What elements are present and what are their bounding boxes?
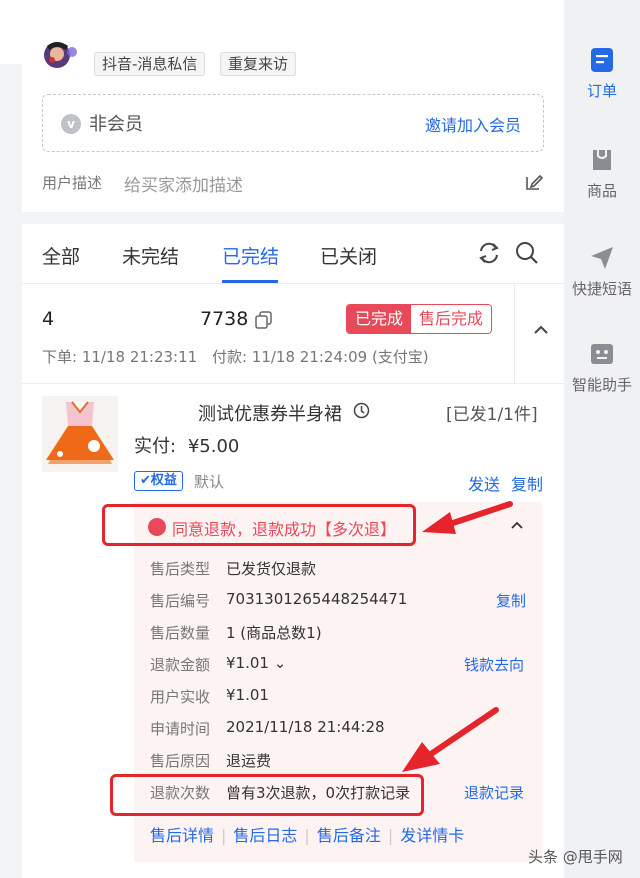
annotation-arrow-icon [402,707,499,772]
sku-label: 默认 [194,473,225,491]
pay-method: (支付宝) [371,348,429,366]
watermark: 头条 @甩手网 [528,848,623,866]
row-key: 申请时间 [150,720,211,738]
sidebar-item-label: 快捷短语 [571,280,632,298]
order-panel: 抖音-消息私信 重复来访 v 非会员 邀请加入会员 用户描述 给买家添加描述 全… [22,0,564,878]
status-after-sale: 售后完成 [411,305,492,333]
order-time: 下单: 11/18 21:23:11 [42,348,198,366]
copy-icon[interactable] [254,310,274,330]
order-times: 下单: 11/18 21:23:11 付款: 11/18 21:24:09 (支… [42,346,429,367]
sidebar-item-label: 智能助手 [571,376,632,394]
member-status: 非会员 [89,114,143,135]
right-sidebar: 订单 商品 快捷短语 智能助手 [564,0,640,878]
benefit-badge: ✔权益 [134,471,183,491]
row-value: 退运费 [226,752,272,770]
orders-card: 全部 未完结 已完结 已关闭 4 7738 已完成 售后完成 下单: 11/18… [22,224,564,878]
order-id-prefix: 4 [42,308,55,330]
send-icon [591,247,613,269]
row-value: 2021/11/18 21:44:28 [226,718,385,736]
chevron-up-icon [534,325,548,334]
left-edge [0,0,22,878]
sidebar-item-label: 订单 [586,82,617,100]
order-icon [591,48,613,72]
after-sale-log-link[interactable]: 售后日志 [233,826,297,845]
tab-finished[interactable]: 已完结 [222,242,279,269]
product-image[interactable] [42,396,118,472]
visit-tag: 重复来访 [220,52,297,76]
tab-closed[interactable]: 已关闭 [320,242,377,269]
sidebar-item-assistant[interactable]: 智能助手 [564,340,640,395]
after-sale-detail-link[interactable]: 售后详情 [150,826,214,845]
money-flow-link[interactable]: 钱款去向 [464,654,524,675]
annotation-box-refund-count [110,774,424,816]
bag-icon [593,150,611,170]
row-value: 7031301265448254471 [226,590,408,608]
user-desc-label: 用户描述 [42,174,103,192]
sidebar-item-orders[interactable]: 订单 [564,46,640,101]
order-header: 4 7738 已完成 售后完成 下单: 11/18 21:23:11 付款: 1… [22,284,564,384]
product-title[interactable]: 测试优惠券半身裙 [198,400,342,426]
order-tabs: 全部 未完结 已完结 已关闭 [22,224,564,284]
customer-card: 抖音-消息私信 重复来访 v 非会员 邀请加入会员 用户描述 给买家添加描述 [22,0,564,212]
order-status-badge: 已完成 售后完成 [346,304,493,334]
annotation-arrow-icon [422,501,513,534]
row-value[interactable]: ¥1.01 ⌄ [226,654,286,672]
paid-label: 实付: [134,436,177,457]
row-key: 退款金额 [150,656,211,674]
row-value: ¥1.01 [226,686,269,704]
after-sale-note-link[interactable]: 售后备注 [317,826,381,845]
avatar[interactable] [42,40,84,70]
clock-icon [353,402,370,419]
tab-unfinished[interactable]: 未完结 [122,242,179,269]
status-completed: 已完成 [347,305,412,333]
row-key: 用户实收 [150,688,211,706]
search-icon[interactable] [514,240,540,266]
copy-refund-number-link[interactable]: 复制 [496,590,526,611]
refund-records-link[interactable]: 退款记录 [464,782,524,803]
copy-button[interactable]: 复制 [511,471,543,495]
sidebar-item-products[interactable]: 商品 [564,146,640,201]
row-key: 售后数量 [150,624,211,642]
member-v-icon: v [61,114,81,134]
after-sale-links: 售后详情 | 售后日志 | 售后备注 | 发详情卡 [150,826,465,845]
collapse-order-button[interactable] [514,284,564,384]
tab-all[interactable]: 全部 [42,242,80,269]
active-tab-indicator [222,280,278,283]
paid-amount: 实付: ¥5.00 [134,432,239,458]
row-key: 售后编号 [150,592,211,610]
benefit-label: 权益 [150,473,177,488]
membership-box: v 非会员 邀请加入会员 [42,94,544,152]
row-key: 售后类型 [150,560,211,578]
sidebar-item-quick-phrases[interactable]: 快捷短语 [564,244,640,299]
shipped-count: [已发1/1件] [446,405,538,425]
row-key: 售后原因 [150,752,211,770]
paid-value: ¥5.00 [187,436,240,457]
source-tag: 抖音-消息私信 [94,52,206,76]
refresh-icon[interactable] [476,240,502,266]
sidebar-item-label: 商品 [586,182,617,200]
row-value: 1 (商品总数1) [226,624,322,642]
annotation-box-headline [102,504,416,546]
pay-time: 付款: 11/18 21:24:09 [211,348,368,366]
send-detail-card-link[interactable]: 发详情卡 [400,826,464,845]
order-id-suffix: 7738 [200,308,249,330]
robot-icon [591,344,613,364]
row-value: 已发货仅退款 [226,560,317,578]
edit-icon[interactable] [524,172,544,192]
send-button[interactable]: 发送 [468,471,500,495]
invite-member-link[interactable]: 邀请加入会员 [425,112,521,136]
user-desc-input[interactable]: 给买家添加描述 [124,171,243,196]
